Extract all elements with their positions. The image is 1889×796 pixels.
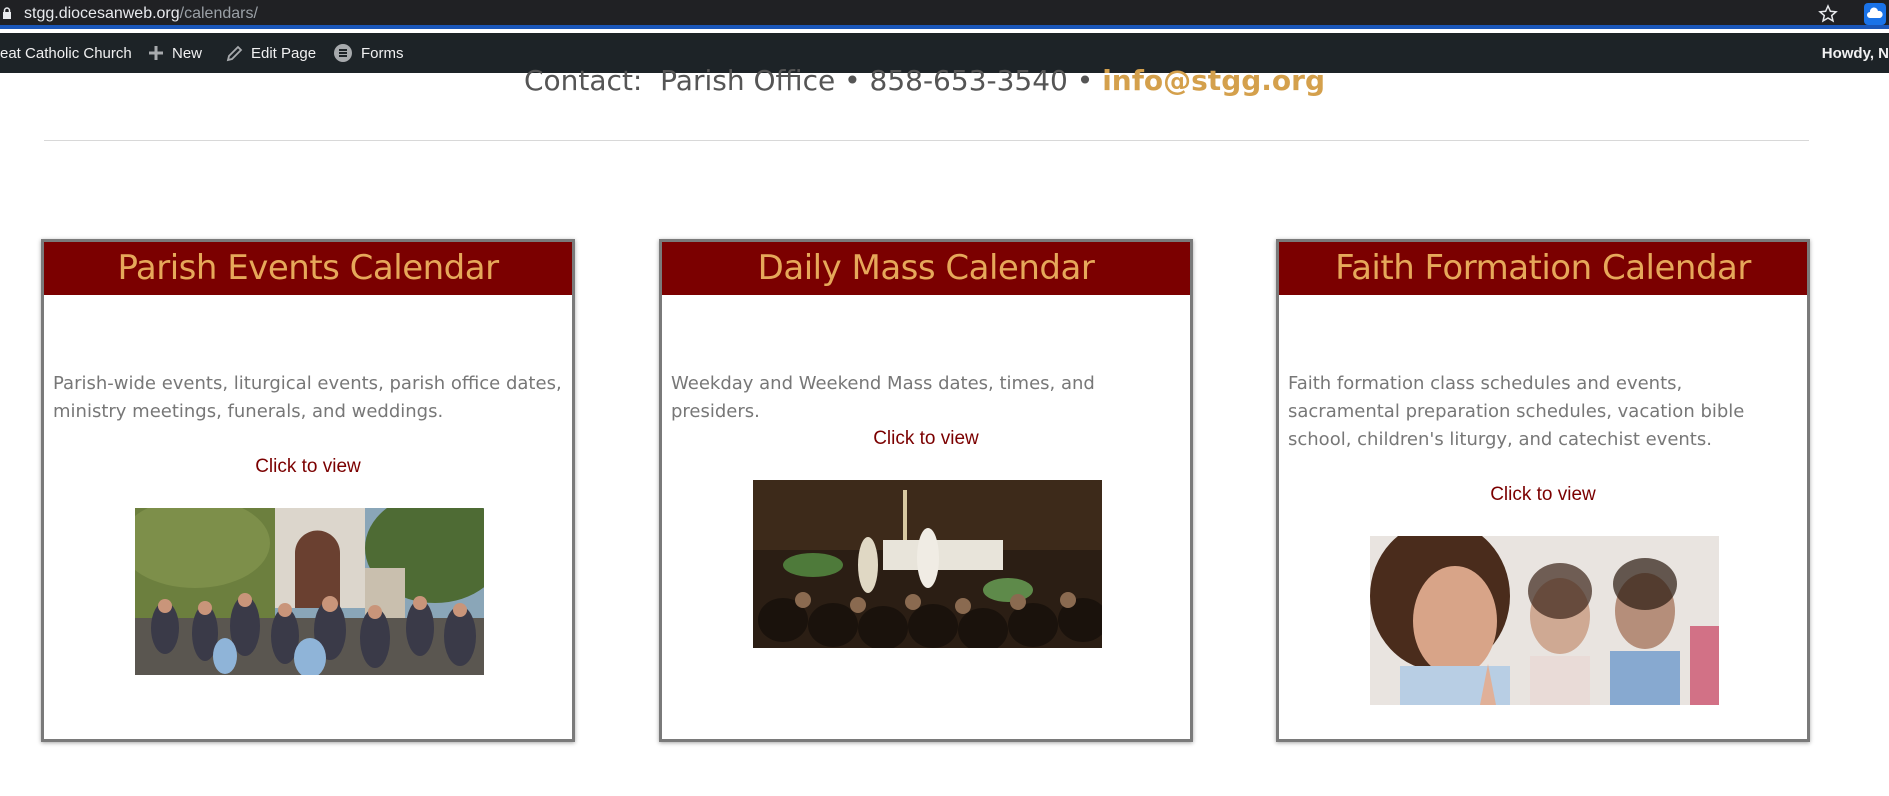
- bookmark-star-icon[interactable]: [1818, 4, 1838, 24]
- parish-events-photo[interactable]: [135, 508, 484, 675]
- plus-icon: [149, 46, 163, 60]
- forms-icon: [334, 44, 352, 62]
- card-description: Weekday and Weekend Mass dates, times, a…: [671, 373, 1095, 422]
- card-daily-mass: Daily Mass Calendar Weekday and Weekend …: [659, 239, 1193, 742]
- url-host: stgg.diocesanweb.org: [24, 5, 180, 22]
- faith-formation-photo[interactable]: [1370, 536, 1719, 705]
- card-title: Parish Events Calendar: [44, 242, 572, 295]
- admin-edit-label: Edit Page: [251, 44, 317, 62]
- card-description: Parish-wide events, liturgical events, p…: [53, 373, 562, 422]
- card-faith-formation: Faith Formation Calendar Faith formation…: [1276, 239, 1810, 742]
- card-description: Faith formation class schedules and even…: [1288, 373, 1745, 450]
- url-path: /calendars/: [179, 5, 258, 22]
- admin-forms-label: Forms: [361, 44, 404, 62]
- contact-email-link[interactable]: info@stgg.org: [1102, 64, 1325, 97]
- lock-icon: [3, 7, 11, 19]
- pencil-icon: [226, 45, 243, 61]
- contact-text: Contact: Parish Office • 858-653-3540 •: [523, 64, 1103, 97]
- admin-howdy-label: Howdy, N: [1821, 44, 1889, 62]
- url-field[interactable]: stgg.diocesanweb.org/calendars/: [24, 5, 258, 23]
- admin-new-label: New: [172, 44, 203, 62]
- daily-mass-photo[interactable]: [753, 480, 1102, 648]
- card-title: Faith Formation Calendar: [1279, 242, 1807, 295]
- card-click-to-view-link[interactable]: Click to view: [1279, 484, 1807, 506]
- card-parish-events: Parish Events Calendar Parish-wide event…: [41, 239, 575, 742]
- section-divider: [44, 140, 1809, 141]
- admin-site-name-label: eat Catholic Church: [0, 44, 132, 62]
- contact-line: Contact: Parish Office • 858-653-3540 • …: [0, 64, 1849, 97]
- browser-address-bar: stgg.diocesanweb.org/calendars/: [0, 0, 1889, 29]
- card-title: Daily Mass Calendar: [662, 242, 1190, 295]
- card-click-to-view-link[interactable]: Click to view: [662, 428, 1190, 450]
- cloud-extension-icon[interactable]: [1864, 3, 1886, 25]
- card-click-to-view-link[interactable]: Click to view: [44, 456, 572, 478]
